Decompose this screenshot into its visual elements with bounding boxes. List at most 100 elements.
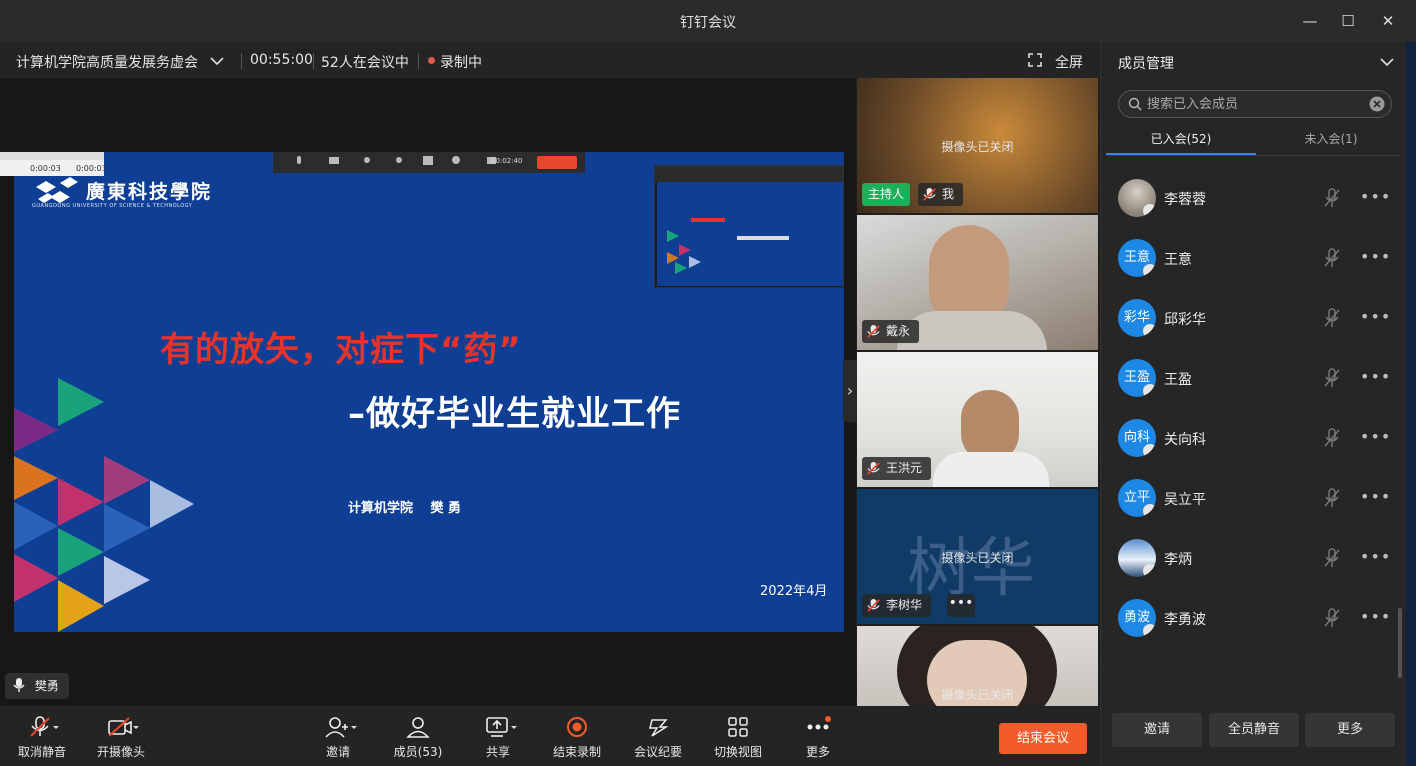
recording-dot — [428, 57, 435, 64]
window-title: 钉钉会议 — [680, 15, 736, 31]
member-search[interactable] — [1118, 90, 1392, 118]
member-row[interactable]: 李炳 ••• — [1110, 528, 1400, 588]
member-more-icon[interactable]: ••• — [1360, 427, 1391, 446]
mic-muted-icon[interactable] — [1322, 428, 1342, 448]
scrollbar[interactable] — [1398, 608, 1402, 678]
media-time-current: 0:00:03 — [30, 164, 61, 173]
member-row[interactable]: 勇波 李勇波 ••• — [1110, 588, 1400, 648]
fullscreen-button[interactable]: 全屏 — [1055, 52, 1083, 72]
meeting-info-bar: 计算机学院高质量发展务虚会 00:55:00 52人在会议中 录制中 全屏 — [0, 42, 1100, 78]
member-more-icon[interactable]: ••• — [1360, 607, 1391, 626]
member-search-input[interactable] — [1147, 94, 1357, 114]
collapse-video-panel-button[interactable]: › — [843, 360, 857, 422]
invite-member-button[interactable]: 邀请 — [1112, 713, 1202, 747]
avatar: 勇波 — [1118, 599, 1156, 637]
switch-view-button[interactable]: 切换视图 — [702, 716, 774, 760]
mic-muted-icon[interactable] — [1322, 188, 1342, 208]
clear-search-icon[interactable] — [1369, 96, 1385, 112]
member-more-icon[interactable]: ••• — [1360, 187, 1391, 206]
avatar: 向科 — [1118, 419, 1156, 457]
member-more-icon[interactable]: ••• — [1360, 547, 1391, 566]
meeting-duration: 00:55:00 — [250, 52, 313, 68]
video-tile-participant[interactable]: 树华 摄像头已关闭 李树华 ••• — [857, 489, 1098, 624]
mute-all-button[interactable]: 全员静音 — [1209, 713, 1299, 747]
school-name-en: GUANGDONG UNIVERSITY OF SCIENCE & TECHNO… — [32, 203, 193, 209]
shared-toolbar-end-button — [537, 156, 577, 169]
more-button[interactable]: 更多 — [782, 716, 854, 760]
mic-badge-icon — [1143, 624, 1156, 637]
participant-count[interactable]: 52人在会议中 — [321, 52, 409, 72]
slide-headline: 有的放矢，对症下“药” — [160, 330, 522, 370]
mic-muted-icon[interactable] — [1322, 308, 1342, 328]
share-screen-icon — [486, 717, 517, 737]
member-row[interactable]: 王盈 王盈 ••• — [1110, 348, 1400, 408]
share-button[interactable]: 共享 — [462, 716, 534, 760]
tab-joined[interactable]: 已入会(52) — [1106, 130, 1256, 147]
minimize-icon[interactable]: — — [1300, 11, 1320, 31]
camera-off-label: 摄像头已关闭 — [941, 688, 1014, 702]
members-button[interactable]: 成员(53) — [382, 716, 454, 760]
recording-status: 录制中 — [440, 55, 482, 71]
mic-badge-icon — [1143, 504, 1156, 517]
mic-muted-icon — [30, 716, 59, 737]
tile-more-button[interactable]: ••• — [947, 594, 975, 617]
member-more-icon[interactable]: ••• — [1360, 487, 1391, 506]
shared-screen-preview — [654, 165, 844, 288]
member-row[interactable]: 向科 关向科 ••• — [1110, 408, 1400, 468]
member-more-icon[interactable]: ••• — [1360, 367, 1391, 386]
unmute-button[interactable]: 取消静音 — [6, 716, 78, 760]
member-more-icon[interactable]: ••• — [1360, 307, 1391, 326]
stop-record-icon — [567, 717, 587, 737]
embedded-media-player: 0:00:03 0:00:03 — [0, 152, 107, 176]
chevron-down-icon[interactable] — [210, 55, 224, 67]
meeting-name[interactable]: 计算机学院高质量发展务虚会 — [16, 52, 198, 72]
active-speaker-name: 樊勇 — [34, 679, 59, 693]
mic-muted-icon[interactable] — [1322, 368, 1342, 388]
mic-badge-icon — [1143, 384, 1156, 397]
chevron-down-icon[interactable] — [1380, 56, 1394, 68]
member-row[interactable]: 李蓉蓉 ••• — [1110, 168, 1400, 228]
video-tile-participant[interactable]: 戴永 — [857, 215, 1098, 350]
mic-badge-icon — [1143, 564, 1156, 577]
video-tile-participant[interactable]: 摄像头已关闭 — [857, 626, 1098, 706]
mic-muted-icon[interactable] — [1322, 548, 1342, 568]
host-badge: 主持人 — [862, 183, 911, 206]
meeting-minutes-button[interactable]: 会议纪要 — [622, 716, 694, 760]
slide-author: 计算机学院 樊 勇 — [348, 501, 462, 516]
avatar — [1118, 539, 1156, 577]
stop-recording-button[interactable]: 结束录制 — [541, 716, 613, 760]
participant-name: 王洪元 — [886, 461, 923, 475]
desktop-edge — [1406, 42, 1416, 766]
end-meeting-button[interactable]: 结束会议 — [999, 723, 1087, 754]
camera-off-label: 摄像头已关闭 — [941, 140, 1014, 154]
mic-muted-icon — [867, 324, 880, 338]
fullscreen-icon[interactable] — [1028, 53, 1042, 67]
member-row[interactable]: 彩华 邱彩华 ••• — [1110, 288, 1400, 348]
maximize-icon[interactable]: ☐ — [1338, 11, 1358, 31]
panel-more-button[interactable]: 更多 — [1305, 713, 1395, 747]
member-more-icon[interactable]: ••• — [1360, 247, 1391, 266]
slide-date: 2022年4月 — [760, 584, 828, 599]
video-tile-self[interactable]: 摄像头已关闭 主持人 我 — [857, 78, 1098, 213]
avatar: 彩华 — [1118, 299, 1156, 337]
member-name: 李勇波 — [1164, 612, 1206, 628]
tab-not-joined[interactable]: 未入会(1) — [1256, 130, 1406, 147]
video-tile-participant[interactable]: 王洪元 — [857, 352, 1098, 487]
camera-off-label: 摄像头已关闭 — [941, 551, 1014, 565]
member-row[interactable]: 王意 王意 ••• — [1110, 228, 1400, 288]
search-icon — [1128, 97, 1142, 111]
shared-screen-toolbar: 00:02:40 — [273, 152, 585, 173]
mic-badge-icon — [1143, 204, 1156, 217]
member-name: 邱彩华 — [1164, 312, 1206, 328]
invite-button[interactable]: 邀请 — [302, 716, 374, 760]
minutes-icon — [649, 719, 669, 737]
mic-muted-icon[interactable] — [1322, 488, 1342, 508]
member-row[interactable]: 立平 吴立平 ••• — [1110, 468, 1400, 528]
mic-muted-icon[interactable] — [1322, 248, 1342, 268]
mic-muted-icon — [867, 598, 880, 612]
slide-subtitle: –做好毕业生就业工作 — [348, 394, 681, 434]
start-camera-button[interactable]: 开摄像头 — [85, 716, 157, 760]
close-icon[interactable]: ✕ — [1378, 11, 1398, 31]
member-name: 关向科 — [1164, 432, 1206, 448]
mic-muted-icon[interactable] — [1322, 608, 1342, 628]
